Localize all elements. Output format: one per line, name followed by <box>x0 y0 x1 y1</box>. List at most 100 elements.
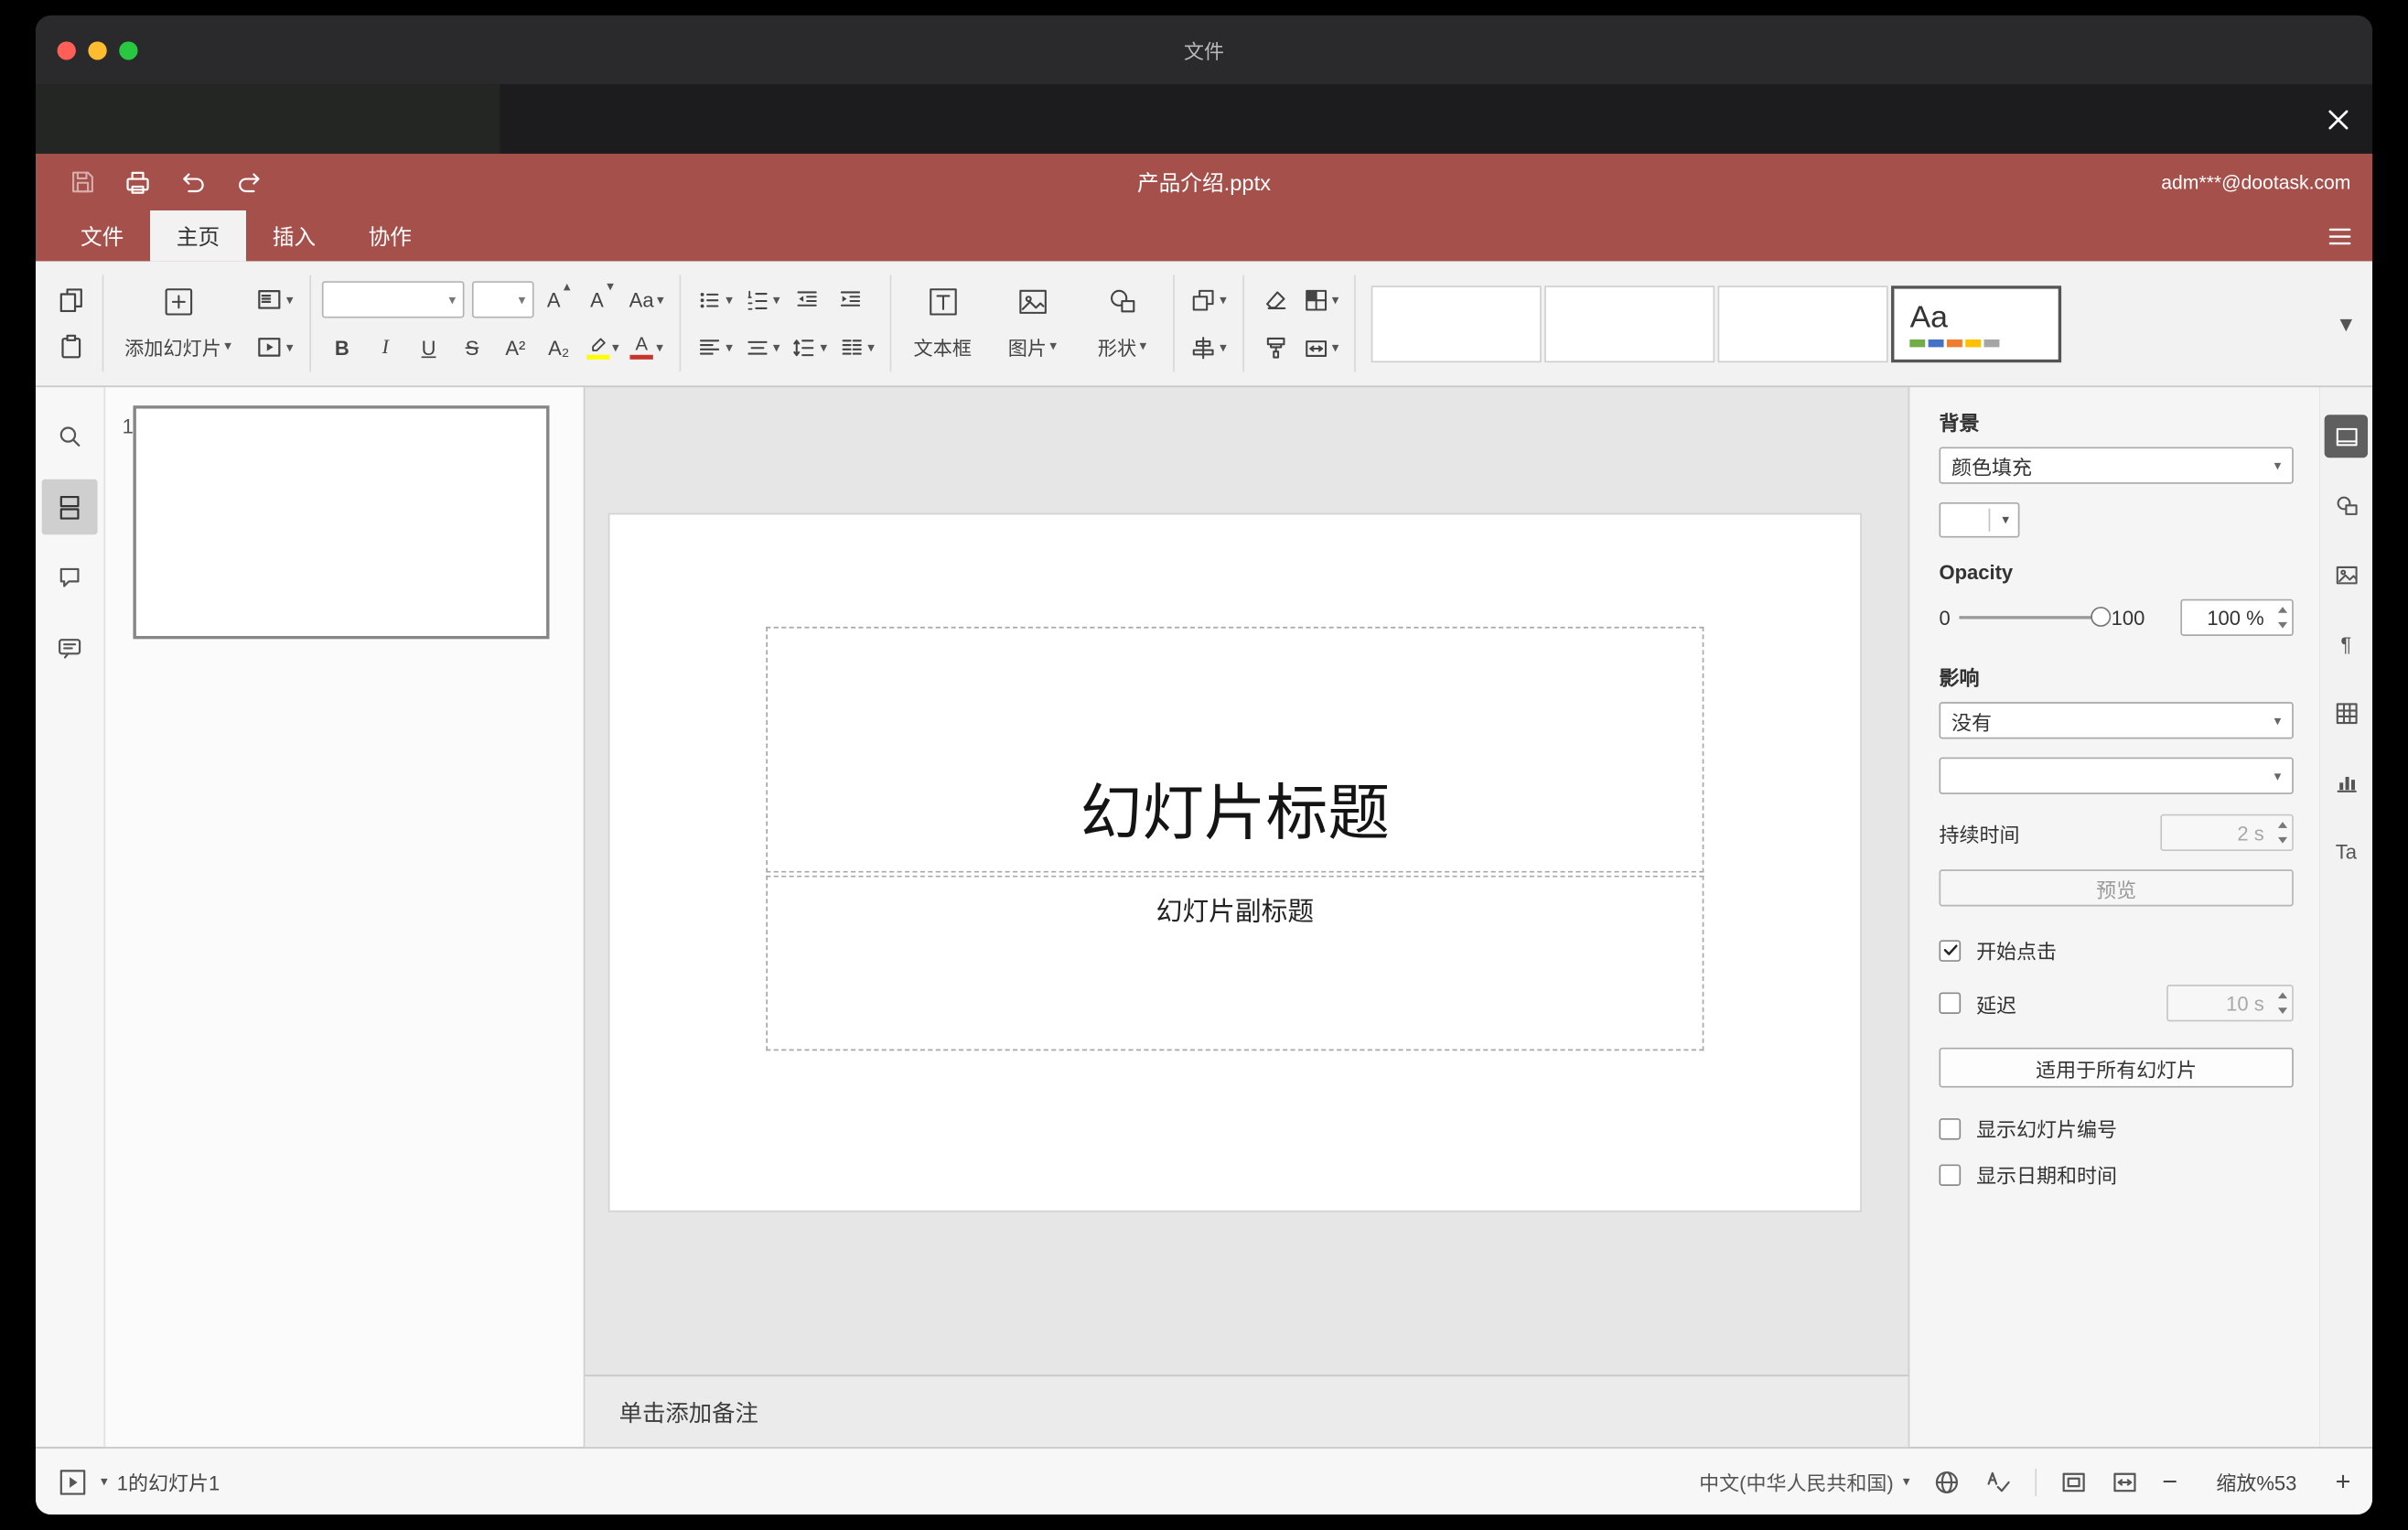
chevron-down-icon: ▾ <box>2002 512 2010 527</box>
clear-style-button[interactable] <box>1254 280 1296 320</box>
spinner-arrows[interactable] <box>2277 992 2288 1014</box>
opacity-spinner[interactable]: 100 % <box>2180 598 2294 636</box>
font-color-button[interactable]: A ▾ <box>625 328 668 368</box>
undo-icon[interactable] <box>166 160 221 203</box>
decrease-font-size-button[interactable]: A ▾ <box>581 279 623 320</box>
notes-area[interactable]: 单击添加备注 <box>585 1374 1908 1448</box>
insert-textbox-button[interactable]: 文本框 <box>898 273 987 374</box>
decrease-indent-button[interactable] <box>786 280 828 320</box>
spellcheck-icon[interactable] <box>1984 1468 2012 1495</box>
theme-option-3[interactable] <box>1717 285 1888 362</box>
slide-subtitle-placeholder[interactable]: 幻灯片副标题 <box>766 875 1704 1051</box>
theme-option-1[interactable] <box>1371 285 1543 362</box>
redo-icon[interactable] <box>221 160 277 203</box>
opacity-slider[interactable] <box>1959 607 2112 627</box>
increase-indent-button[interactable] <box>830 280 872 320</box>
spinner-arrows[interactable] <box>2277 607 2288 629</box>
theme-gallery-expand-icon[interactable]: ▾ <box>2329 285 2363 361</box>
tab-home[interactable]: 主页 <box>150 210 246 262</box>
duration-spinner[interactable]: 2 s <box>2160 813 2294 852</box>
chevron-down-icon[interactable]: ▾ <box>101 1474 108 1489</box>
theme-option-2[interactable] <box>1544 285 1715 362</box>
delay-spinner[interactable]: 10 s <box>2166 985 2294 1022</box>
horizontal-align-button[interactable]: ▾ <box>692 328 737 368</box>
strikethrough-button[interactable]: S <box>451 328 493 368</box>
case-label: Aa <box>629 287 654 311</box>
slide-settings-icon[interactable] <box>2324 415 2369 458</box>
preview-button[interactable]: 预览 <box>1939 869 2294 907</box>
effect-select[interactable]: 没有 ▾ <box>1939 702 2294 739</box>
font-size-input[interactable]: ▾ <box>471 281 533 318</box>
clipboard-group <box>45 261 96 385</box>
language-selector[interactable]: 中文(中华人民共和国) ▾ <box>1699 1467 1909 1496</box>
color-scheme-button[interactable]: ▾ <box>1298 280 1344 320</box>
tab-insert[interactable]: 插入 <box>246 210 342 261</box>
theme-gallery: Aa ▾ <box>1371 261 2363 385</box>
subscript-button[interactable]: A₂ <box>538 328 580 368</box>
numbered-list-button[interactable]: ▾ <box>739 280 785 320</box>
underline-button[interactable]: U <box>408 328 450 368</box>
line-spacing-button[interactable]: ▾ <box>786 328 832 368</box>
chart-settings-icon[interactable] <box>2325 760 2368 803</box>
italic-button[interactable]: I <box>364 328 406 368</box>
apply-to-all-slides-button[interactable]: 适用于所有幻灯片 <box>1939 1047 2294 1088</box>
print-icon[interactable] <box>110 160 166 203</box>
slide-title-placeholder[interactable]: 幻灯片标题 <box>766 626 1704 873</box>
image-label: 图片 <box>1007 338 1048 360</box>
font-name-input[interactable]: ▾ <box>321 281 464 318</box>
copy-icon[interactable] <box>49 280 91 320</box>
fit-slide-icon[interactable] <box>2060 1468 2088 1495</box>
search-icon[interactable] <box>42 409 98 464</box>
show-date-time-checkbox[interactable] <box>1939 1163 1962 1186</box>
close-icon[interactable] <box>2323 103 2354 135</box>
add-slide-button[interactable]: 添加幻灯片 ▾ <box>110 273 246 374</box>
document-language-icon[interactable] <box>1933 1468 1961 1495</box>
copy-style-button[interactable] <box>1254 328 1296 368</box>
delay-checkbox[interactable] <box>1939 992 1962 1014</box>
show-slide-number-checkbox[interactable] <box>1939 1117 1962 1139</box>
effect-type-select[interactable]: ▾ <box>1939 757 2294 794</box>
tab-file[interactable]: 文件 <box>54 210 150 261</box>
start-on-click-checkbox[interactable] <box>1939 939 1962 962</box>
slide-thumbnail-1[interactable] <box>133 405 550 640</box>
chat-icon[interactable] <box>42 620 98 675</box>
letter-a: A <box>635 333 649 355</box>
align-shapes-button[interactable]: ▾ <box>1186 328 1231 368</box>
bold-button[interactable]: B <box>321 328 363 368</box>
slides-panel-icon[interactable] <box>41 479 98 535</box>
arrange-shapes-button[interactable]: ▾ <box>1186 280 1231 320</box>
image-settings-icon[interactable] <box>2325 553 2368 596</box>
zoom-in-button[interactable]: + <box>2336 1466 2351 1497</box>
paste-icon[interactable] <box>49 328 91 368</box>
zoom-out-button[interactable]: − <box>2162 1466 2177 1497</box>
opacity-slider-knob[interactable] <box>2091 607 2112 627</box>
add-slide-icon <box>162 286 195 326</box>
start-slideshow-button[interactable]: ▾ <box>251 328 298 368</box>
theme-option-4-selected[interactable]: Aa <box>1891 285 2062 362</box>
shape-settings-icon[interactable] <box>2325 484 2368 527</box>
spinner-arrows[interactable] <box>2277 822 2288 844</box>
highlight-color-button[interactable]: ▾ <box>581 328 624 368</box>
table-settings-icon[interactable] <box>2325 691 2368 734</box>
superscript-button[interactable]: A² <box>494 328 536 368</box>
slide-size-button[interactable]: ▾ <box>1298 328 1344 368</box>
fit-width-icon[interactable] <box>2111 1468 2138 1495</box>
slide-layout-button[interactable]: ▾ <box>251 280 298 320</box>
quick-access-row: 产品介绍.pptx adm***@dootask.com <box>36 154 2372 210</box>
paragraph-settings-icon[interactable]: ¶ <box>2325 622 2368 665</box>
background-color-picker[interactable]: ▾ <box>1939 501 2020 538</box>
hamburger-menu-icon[interactable] <box>2326 210 2353 261</box>
textart-settings-icon[interactable]: Ta <box>2325 830 2368 873</box>
comments-icon[interactable] <box>42 550 98 605</box>
increase-font-size-button[interactable]: A ▴ <box>538 279 580 320</box>
vertical-align-button[interactable]: ▾ <box>739 328 785 368</box>
bullet-list-button[interactable]: ▾ <box>692 280 737 320</box>
insert-image-button[interactable]: 图片 ▾ <box>987 273 1077 374</box>
columns-button[interactable]: ▾ <box>833 328 879 368</box>
tab-collaboration[interactable]: 协作 <box>342 210 438 261</box>
start-slideshow-status-icon[interactable] <box>58 1466 89 1497</box>
change-case-button[interactable]: Aa ▾ <box>625 280 669 320</box>
insert-shape-button[interactable]: 形状 ▾ <box>1077 273 1166 374</box>
save-icon[interactable] <box>54 160 110 203</box>
background-fill-select[interactable]: 颜色填充 ▾ <box>1939 447 2294 484</box>
